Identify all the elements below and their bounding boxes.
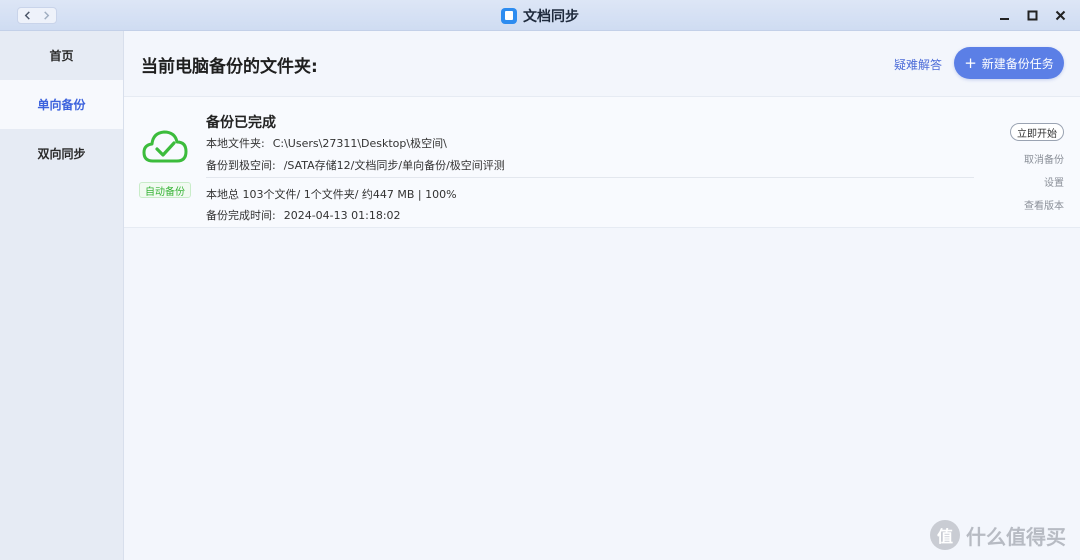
help-link[interactable]: 疑难解答 xyxy=(894,56,942,73)
sidebar-item-one-way-backup[interactable]: 单向备份 xyxy=(0,80,123,129)
destination-label: 备份到极空间: xyxy=(206,159,276,172)
page-title: 当前电脑备份的文件夹: xyxy=(141,57,318,77)
close-button[interactable] xyxy=(1054,10,1066,22)
complete-time-row: 备份完成时间: 2024-04-13 01:18:02 xyxy=(206,207,401,223)
complete-time-value: 2024-04-13 01:18:02 xyxy=(283,209,401,222)
minimize-icon xyxy=(999,18,1009,20)
view-versions-link[interactable]: 查看版本 xyxy=(1024,197,1064,212)
task-status: 备份已完成 xyxy=(206,115,276,131)
watermark-logo: 值 xyxy=(930,520,960,550)
watermark-text: 什么值得买 xyxy=(966,524,1066,549)
sidebar-item-two-way-sync[interactable]: 双向同步 xyxy=(0,129,123,178)
plus-icon: + xyxy=(964,53,977,72)
summary-row: 本地总 103个文件/ 1个文件夹/ 约447 MB | 100% xyxy=(206,188,457,201)
local-folder-label: 本地文件夹: xyxy=(206,137,265,150)
destination-row: 备份到极空间: /SATA存储12/文档同步/单向备份/极空间评测 xyxy=(206,157,505,173)
window-controls xyxy=(998,0,1066,31)
nav-buttons xyxy=(17,7,57,24)
start-now-button[interactable]: 立即开始 xyxy=(1010,123,1064,141)
new-backup-task-label: 新建备份任务 xyxy=(981,56,1054,71)
destination-value: /SATA存储12/文档同步/单向备份/极空间评测 xyxy=(283,159,505,172)
minimize-button[interactable] xyxy=(998,10,1010,22)
complete-time-label: 备份完成时间: xyxy=(206,209,276,222)
backup-task-card: 自动备份 备份已完成 本地文件夹: C:\Users\27311\Desktop\… xyxy=(124,96,1080,228)
app-icon xyxy=(501,7,517,24)
window-title: 文档同步 xyxy=(0,0,1080,31)
cancel-backup-link[interactable]: 取消备份 xyxy=(1024,151,1064,166)
local-folder-row: 本地文件夹: C:\Users\27311\Desktop\极空间\ xyxy=(206,135,447,151)
new-backup-task-button[interactable]: + 新建备份任务 xyxy=(954,47,1064,79)
auto-backup-tag: 自动备份 xyxy=(139,182,191,198)
title-bar: 文档同步 xyxy=(0,0,1080,31)
maximize-icon xyxy=(1027,10,1037,21)
divider xyxy=(206,177,974,178)
cloud-check-icon xyxy=(142,130,188,163)
forward-button[interactable] xyxy=(37,8,56,23)
maximize-button[interactable] xyxy=(1026,10,1038,22)
sidebar: 首页 单向备份 双向同步 xyxy=(0,31,124,560)
watermark: 值 什么值得买 xyxy=(930,520,1066,550)
chevron-right-icon xyxy=(44,11,50,20)
window-title-text: 文档同步 xyxy=(523,8,579,25)
sidebar-item-home[interactable]: 首页 xyxy=(0,31,123,80)
close-icon xyxy=(1055,10,1065,21)
chevron-left-icon xyxy=(24,11,30,20)
back-button[interactable] xyxy=(18,8,37,23)
main-panel: 当前电脑备份的文件夹: 疑难解答 + 新建备份任务 自动备份 备份已完成 本地文… xyxy=(124,31,1080,560)
local-folder-value: C:\Users\27311\Desktop\极空间\ xyxy=(272,137,447,150)
settings-link[interactable]: 设置 xyxy=(1044,174,1064,189)
